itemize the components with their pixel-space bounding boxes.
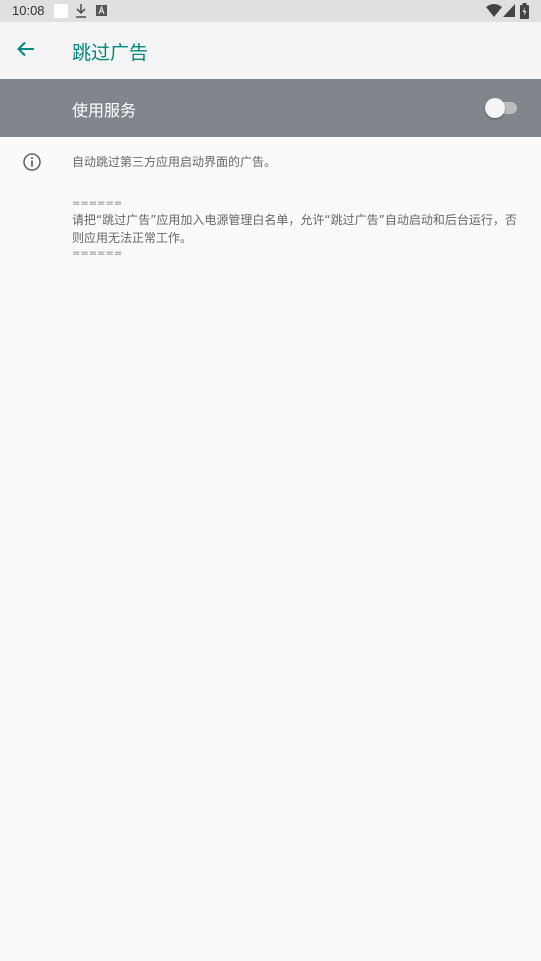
a-badge-icon (96, 5, 107, 16)
note-separator-bottom: ====== (72, 248, 123, 259)
back-button[interactable] (10, 33, 42, 65)
notification-square-icon (54, 4, 68, 18)
arrow-left-icon (17, 41, 34, 57)
page-title: 跳过广告 (72, 42, 149, 64)
service-switch[interactable] (485, 98, 519, 118)
wifi-icon (486, 4, 502, 17)
note-body: 请把“跳过广告”应用加入电源管理白名单，允许“跳过广告”自动启动和后台运行，否则… (72, 213, 517, 245)
service-label: 使用服务 (72, 101, 137, 120)
battery-icon (520, 3, 529, 19)
service-description: 自动跳过第三方应用启动界面的广告。 (72, 155, 277, 169)
info-circle-icon (23, 153, 41, 171)
app-bar: 跳过广告 (0, 22, 541, 79)
service-toggle-row[interactable]: 使用服务 (0, 79, 541, 137)
cell-signal-icon (503, 4, 515, 17)
status-time: 10:08 (12, 3, 45, 18)
status-bar: 10:08 (0, 0, 541, 22)
download-icon (76, 4, 86, 18)
switch-thumb (485, 98, 505, 118)
note-separator-top: ====== (72, 198, 123, 209)
whitelist-note: ====== 请把“跳过广告”应用加入电源管理白名单，允许“跳过广告”自动启动和… (72, 199, 527, 259)
